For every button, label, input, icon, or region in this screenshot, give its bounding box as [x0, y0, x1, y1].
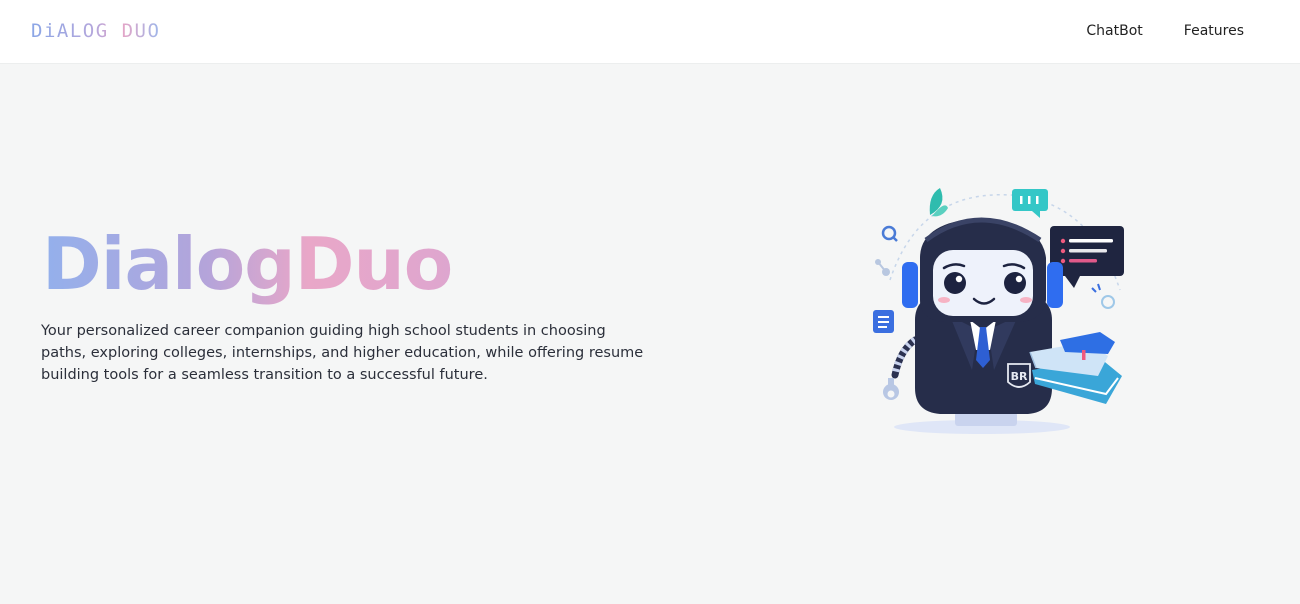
- robot-illustration: BR: [873, 188, 1124, 434]
- hero-description: Your personalized career companion guidi…: [41, 323, 644, 383]
- headphone-right: [1047, 262, 1063, 308]
- leaf-icon: [929, 188, 948, 217]
- robot-eye-right: [1004, 272, 1026, 294]
- document-icon: [873, 310, 894, 333]
- headphone-left: [902, 262, 918, 308]
- top-navbar: DiALOG DUO ChatBot Features: [0, 0, 1300, 63]
- network-icon: [875, 259, 890, 276]
- nav-link-features[interactable]: Features: [1184, 23, 1244, 39]
- main-nav: ChatBot Features: [1086, 23, 1244, 39]
- badge-text: BR: [1011, 370, 1028, 383]
- lightbulb-icon: [1091, 283, 1115, 309]
- robot-eye-left: [944, 272, 966, 294]
- brand-logo[interactable]: DiALOG DUO: [31, 20, 160, 42]
- robot-arm: [891, 336, 919, 379]
- nav-link-chatbot[interactable]: ChatBot: [1086, 23, 1142, 39]
- hero-title: DialogDuo: [42, 218, 453, 310]
- wrench-icon: [883, 378, 899, 400]
- chat-bubble-small-icon: [1012, 189, 1048, 218]
- robot-stand: [955, 412, 1017, 426]
- search-icon: [881, 225, 898, 242]
